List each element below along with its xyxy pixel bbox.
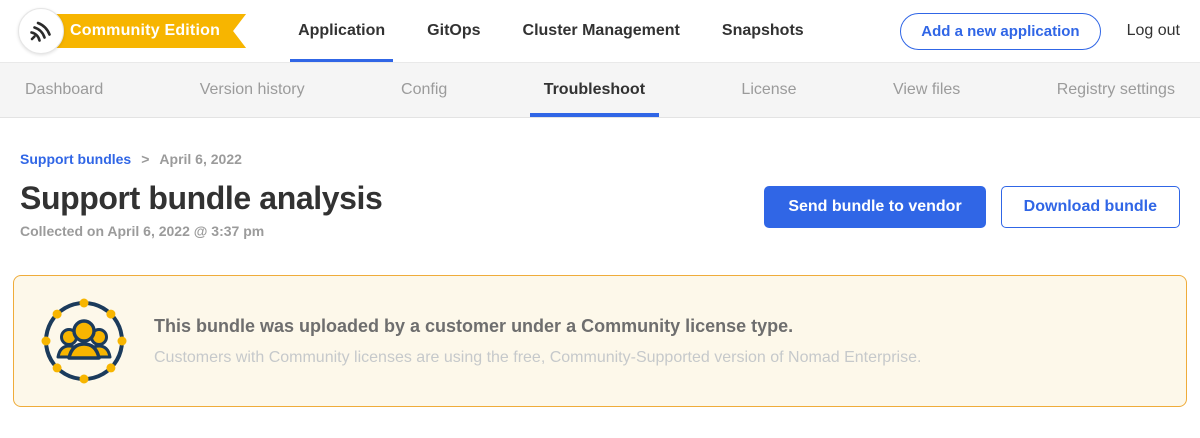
page-content: Support bundles > April 6, 2022 Support … [0, 151, 1200, 239]
top-nav-application[interactable]: Application [298, 0, 385, 62]
logout-link[interactable]: Log out [1127, 22, 1180, 40]
collected-timestamp: Collected on April 6, 2022 @ 3:37 pm [20, 223, 382, 239]
subnav-license[interactable]: License [741, 63, 796, 117]
people-glyph [58, 321, 110, 358]
title-block: Support bundle analysis Collected on Apr… [20, 181, 382, 239]
subnav-version-history[interactable]: Version history [200, 63, 305, 117]
download-bundle-button[interactable]: Download bundle [1001, 186, 1180, 228]
banner-title: This bundle was uploaded by a customer u… [154, 316, 921, 337]
breadcrumb-current: April 6, 2022 [159, 151, 242, 167]
community-license-banner: This bundle was uploaded by a customer u… [13, 275, 1187, 407]
subnav-dashboard[interactable]: Dashboard [25, 63, 103, 117]
subnav-config[interactable]: Config [401, 63, 447, 117]
subnav-view-files[interactable]: View files [893, 63, 960, 117]
title-row: Support bundle analysis Collected on Apr… [20, 181, 1180, 239]
top-nav-links: Application GitOps Cluster Management Sn… [298, 0, 804, 62]
replicated-logo-icon [27, 17, 55, 45]
replicated-logo[interactable] [18, 8, 64, 54]
top-navbar: Community Edition Application GitOps Clu… [0, 0, 1200, 62]
community-edition-badge: Community Edition [52, 14, 246, 48]
breadcrumb-support-bundles-link[interactable]: Support bundles [20, 151, 131, 167]
banner-subtitle: Customers with Community licenses are us… [154, 349, 921, 367]
top-nav-cluster-management[interactable]: Cluster Management [523, 0, 680, 62]
top-nav-right: Add a new application Log out [900, 13, 1180, 50]
top-nav-gitops[interactable]: GitOps [427, 0, 480, 62]
top-nav-snapshots[interactable]: Snapshots [722, 0, 804, 62]
breadcrumb: Support bundles > April 6, 2022 [20, 151, 1180, 167]
send-bundle-to-vendor-button[interactable]: Send bundle to vendor [764, 186, 985, 228]
bundle-actions: Send bundle to vendor Download bundle [764, 186, 1180, 228]
add-new-application-button[interactable]: Add a new application [900, 13, 1100, 50]
breadcrumb-separator: > [141, 151, 149, 167]
collected-date: April 6, 2022 @ 3:37 pm [107, 223, 264, 239]
subnav-troubleshoot[interactable]: Troubleshoot [544, 63, 645, 117]
collected-prefix: Collected on [20, 223, 104, 239]
community-license-icon [38, 295, 130, 387]
page-title: Support bundle analysis [20, 181, 382, 216]
banner-text: This bundle was uploaded by a customer u… [154, 316, 921, 367]
subnav-registry-settings[interactable]: Registry settings [1057, 63, 1175, 117]
app-sub-navbar: Dashboard Version history Config Trouble… [0, 62, 1200, 118]
